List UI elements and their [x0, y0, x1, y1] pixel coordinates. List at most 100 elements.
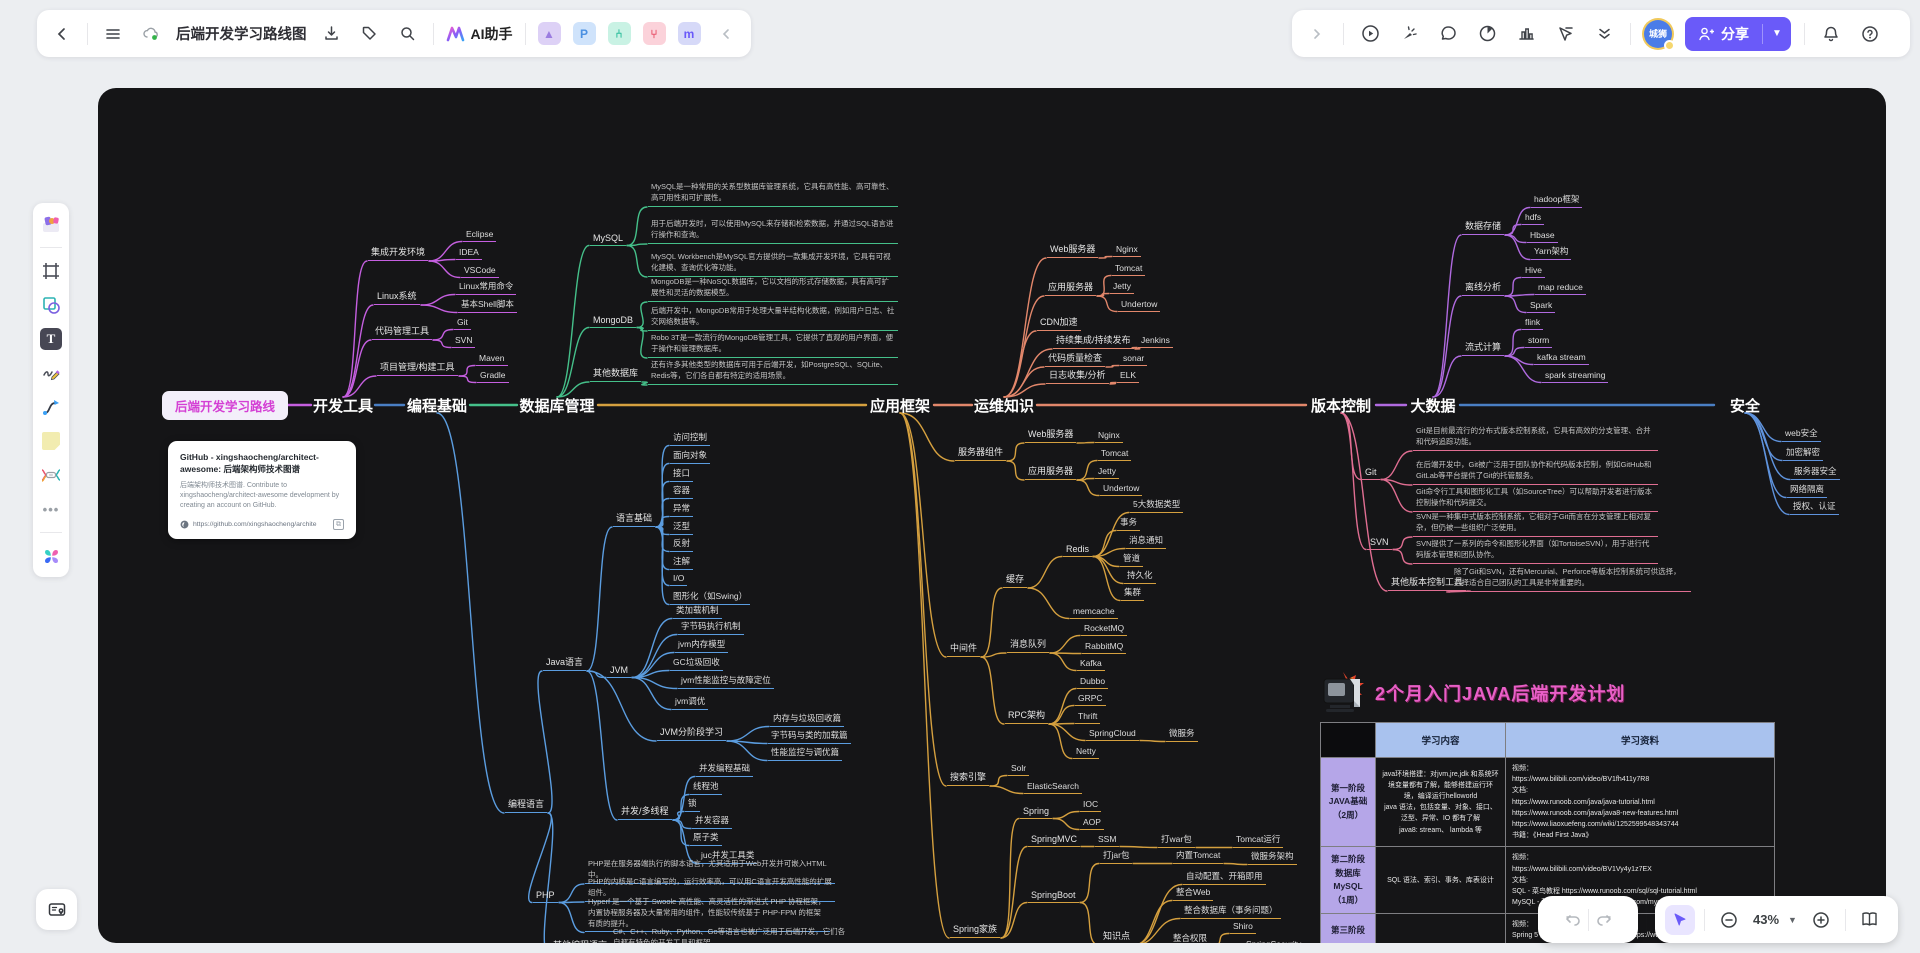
mindmap-node[interactable]: 反射	[670, 537, 693, 552]
branch-icon[interactable]: ⑂	[643, 22, 666, 45]
mindmap-node[interactable]: 泛型	[670, 520, 693, 535]
mindmap-node[interactable]: hadoop框架	[1531, 193, 1582, 208]
mindmap-node[interactable]: Shiro	[1230, 921, 1256, 934]
play-demo-icon[interactable]	[1357, 21, 1383, 47]
mindmap-node[interactable]: SSM	[1095, 834, 1119, 847]
mindmap-node[interactable]: 后端开发学习路线	[162, 391, 288, 420]
mindmap-node[interactable]: 数据存储	[1462, 219, 1504, 235]
mindmap-node[interactable]: 集群	[1121, 586, 1144, 601]
mindmap-node[interactable]: 基本Shell脚本	[458, 298, 517, 313]
mindmap-node[interactable]: ElasticSearch	[1024, 781, 1082, 794]
zoom-out-button[interactable]	[1714, 905, 1744, 935]
text-tool-icon[interactable]: T	[40, 328, 62, 350]
cursor-mode-icon[interactable]	[1552, 21, 1578, 47]
templates-icon[interactable]	[40, 213, 62, 235]
mindmap-node[interactable]: Jenkins	[1138, 335, 1173, 348]
mindmap-node[interactable]: 大数据	[1409, 395, 1458, 416]
mindmap-node[interactable]: 网络隔离	[1787, 483, 1827, 498]
mindmap-node[interactable]: Nginx	[1095, 430, 1123, 443]
mindmap-node[interactable]: 用于后端开发时，可以使用MySQL来存储和检索数据，并通过SQL语言进行操作和查…	[648, 218, 898, 244]
mindmap-node[interactable]: Solr	[1008, 763, 1029, 776]
mindmap-node[interactable]: 容器	[670, 484, 693, 499]
mindmap-node[interactable]: I/O	[670, 573, 687, 586]
mindmap-node[interactable]: 接口	[670, 467, 693, 482]
mindmap-node[interactable]: memcache	[1070, 606, 1118, 619]
mindmap-node[interactable]: 服务器安全	[1791, 465, 1840, 480]
mindmap-node[interactable]: 编程基础	[405, 395, 469, 416]
more-chevrons-icon[interactable]	[1591, 21, 1617, 47]
mindmap-node[interactable]: 应用服务器	[1045, 280, 1096, 296]
search-icon[interactable]	[395, 21, 421, 47]
mindmap-node[interactable]: 消息通知	[1126, 534, 1166, 549]
frame-tool-icon[interactable]	[40, 260, 62, 282]
mindmap-node[interactable]: flink	[1522, 317, 1543, 330]
mindmap-node[interactable]: 整合权限	[1170, 932, 1210, 944]
mindmap-node[interactable]: Hbase	[1527, 230, 1558, 243]
mindmap-node[interactable]: Gradle	[477, 370, 509, 383]
mindmap-node[interactable]: 日志收集/分析	[1046, 368, 1109, 384]
mindmap-node[interactable]: 后端开发中，MongoDB常用于处理大量半结构化数据，例如用户日志、社交网络数据…	[648, 305, 898, 331]
mindmap-node[interactable]: 编程语言	[505, 797, 547, 813]
mindmap-node[interactable]: MongoDB是一种NoSQL数据库，它以文档的形式存储数据，具有高可扩展性和灵…	[648, 276, 898, 302]
mindmap-node[interactable]: 事务	[1117, 516, 1140, 531]
mindmap-node[interactable]: SpringMVC	[1028, 834, 1080, 847]
mindmap-node[interactable]: Undertow	[1118, 299, 1160, 312]
mindmap-node[interactable]: 授权、认证	[1790, 500, 1839, 515]
mindmap-node[interactable]: 集成开发环境	[368, 245, 428, 261]
tag-icon[interactable]	[357, 21, 383, 47]
mindmap-node[interactable]: Undertow	[1100, 483, 1142, 496]
mindmap-node[interactable]: AOP	[1080, 817, 1104, 830]
mindmap-node[interactable]: 整合Web	[1173, 886, 1213, 901]
mindmap-node[interactable]: 打jar包	[1100, 849, 1132, 864]
mindmap-node[interactable]: 持久化	[1124, 569, 1156, 584]
mindmap-node[interactable]: Tomcat	[1112, 263, 1145, 276]
mindmap-node[interactable]: Maven	[476, 353, 508, 366]
mindmap-node[interactable]: 面向对象	[670, 449, 710, 464]
mindmap-node[interactable]: 其他编程语言	[550, 938, 610, 943]
mindmap-node[interactable]: 代码质量检查	[1045, 351, 1105, 367]
mindmap-node[interactable]: VSCode	[461, 265, 499, 278]
notifications-bell-icon[interactable]	[1818, 21, 1844, 47]
mindmap-node[interactable]: 安全	[1728, 395, 1762, 416]
mindmap-node[interactable]: web安全	[1782, 427, 1821, 442]
mindmap-node[interactable]: SVN	[452, 335, 475, 348]
avatar[interactable]: 城狮	[1644, 20, 1672, 48]
mindmap-node[interactable]: sonar	[1120, 353, 1147, 366]
expand-right-icon[interactable]	[1304, 21, 1330, 47]
mindmap-node[interactable]: 在后端开发中，Git被广泛用于团队协作和代码版本控制，例如GitHub和GitL…	[1413, 459, 1658, 485]
collapse-left-icon[interactable]	[713, 21, 739, 47]
mindmap-node[interactable]: MySQL	[590, 233, 626, 246]
mindmap-node[interactable]: Netty	[1073, 746, 1099, 759]
mindmap-node[interactable]: 访问控制	[670, 431, 710, 446]
mindmap-node[interactable]: 代码管理工具	[372, 324, 432, 340]
mindmap-node[interactable]: 开发工具	[311, 395, 375, 416]
mindmap-node[interactable]: 应用框架	[868, 395, 932, 416]
p-icon[interactable]: P	[573, 22, 596, 45]
mindmap-node[interactable]: 内置Tomcat	[1173, 849, 1223, 864]
mindmap-node[interactable]: Redis	[1063, 544, 1092, 557]
mindmap-node[interactable]: map reduce	[1535, 282, 1586, 295]
mindmap-node[interactable]: 中间件	[947, 641, 980, 657]
mindmap-node[interactable]: Tomcat运行	[1233, 833, 1283, 848]
mindmap-node[interactable]: Jetty	[1110, 281, 1134, 294]
sticky-note-icon[interactable]	[40, 430, 62, 452]
mindmap-node[interactable]: 字节码执行机制	[678, 620, 744, 635]
comment-bubble-icon[interactable]	[1435, 21, 1461, 47]
mindmap-node[interactable]: PHP	[533, 890, 558, 903]
document-title[interactable]: 后端开发学习路线图	[176, 23, 307, 44]
mindmap-node[interactable]: kafka stream	[1534, 352, 1589, 365]
cloud-sync-icon[interactable]	[138, 21, 164, 47]
mindmap-node[interactable]: Git	[454, 317, 471, 330]
undo-button[interactable]	[1558, 905, 1588, 935]
mindmap-node[interactable]: SVN提供了一系列的命令和图形化界面（如TortoiseSVN），用于进行代码版…	[1413, 538, 1658, 564]
mindmap-node[interactable]: Web服务器	[1047, 242, 1098, 258]
mindmap-node[interactable]: Tomcat	[1098, 448, 1131, 461]
mindmap-node[interactable]: IDEA	[456, 247, 482, 260]
mindmap-node[interactable]: 注解	[670, 555, 693, 570]
mindmap-node[interactable]: jvm性能监控与故障定位	[678, 674, 774, 689]
mindmap-node[interactable]: 消息队列	[1007, 637, 1049, 653]
mindmap-node[interactable]: 原子类	[690, 831, 722, 846]
mindmap-node[interactable]: Kafka	[1077, 658, 1105, 671]
mindmap-node[interactable]: RabbitMQ	[1082, 641, 1126, 654]
mindmap-node[interactable]: hdfs	[1522, 212, 1544, 225]
